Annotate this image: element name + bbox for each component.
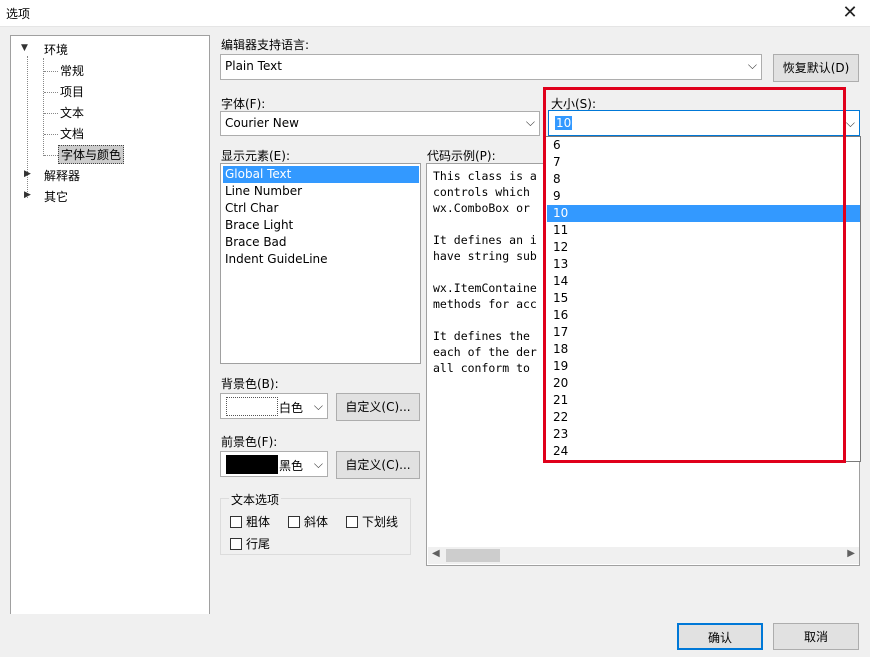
code-line: It defines an i (433, 233, 537, 247)
chevron-down-icon: ⌵ (525, 115, 535, 129)
scroll-left-icon[interactable]: ◀ (432, 548, 440, 559)
code-line: wx.ItemContaine (433, 281, 537, 295)
reset-default-button[interactable]: 恢复默认(D) (773, 54, 859, 82)
list-item[interactable]: Indent GuideLine (223, 251, 419, 268)
italic-label: 斜体 (304, 515, 329, 529)
annotation-highlight-box (543, 87, 846, 463)
eol-label: 行尾 (246, 537, 271, 551)
foreground-label: 前景色(F): (221, 435, 278, 449)
list-item[interactable]: Global Text (223, 166, 419, 183)
tree-node-text[interactable]: 文本 (60, 104, 84, 121)
code-line: methods for acc (433, 297, 537, 311)
background-label: 背景色(B): (221, 377, 279, 391)
tree-node-interpreter[interactable]: 解释器 (44, 167, 80, 184)
code-line: each of the der (433, 345, 537, 359)
editor-lang-value: Plain Text (225, 59, 282, 73)
background-custom-button[interactable]: 自定义(C)... (336, 393, 420, 421)
editor-lang-select[interactable]: Plain Text ⌵ (220, 54, 762, 80)
chevron-down-icon: ⌵ (313, 457, 323, 471)
code-line: It defines the (433, 329, 530, 343)
code-line: This class is a (433, 169, 537, 183)
list-item[interactable]: Line Number (223, 183, 419, 200)
bold-checkbox[interactable]: 粗体 (230, 513, 270, 530)
code-line: have string sub (433, 249, 537, 263)
code-line: wx.ComboBox or (433, 201, 530, 215)
tree-node-project[interactable]: 项目 (60, 83, 84, 100)
scroll-right-icon[interactable]: ▶ (847, 548, 855, 559)
close-icon[interactable]: ✕ (838, 1, 862, 25)
font-select[interactable]: Courier New ⌵ (220, 111, 540, 136)
font-value: Courier New (225, 116, 299, 130)
collapse-arrow-icon[interactable]: ▼ (21, 43, 28, 53)
foreground-value: 黑色 (279, 459, 304, 473)
dialog-footer: 确认 取消 (0, 614, 870, 657)
display-elements-label: 显示元素(E): (221, 149, 290, 163)
background-color-select[interactable]: 白色 ⌵ (220, 393, 328, 419)
title-bar: 选项 ✕ (0, 0, 870, 27)
foreground-custom-button[interactable]: 自定义(C)... (336, 451, 420, 479)
text-options-group: 文本选项 粗体 斜体 下划线 行尾 (220, 491, 411, 555)
chevron-down-icon[interactable]: ⌵ (846, 116, 855, 131)
code-sample-label: 代码示例(P): (427, 149, 496, 163)
underline-label: 下划线 (362, 515, 399, 529)
display-elements-list[interactable]: Global Text Line Number Ctrl Char Brace … (220, 163, 421, 364)
eol-checkbox[interactable]: 行尾 (230, 535, 270, 552)
text-options-title: 文本选项 (229, 491, 282, 508)
horizontal-scrollbar[interactable]: ◀ ▶ (428, 547, 859, 564)
foreground-color-select[interactable]: 黑色 ⌵ (220, 451, 328, 477)
cancel-button[interactable]: 取消 (773, 623, 859, 650)
chevron-down-icon: ⌵ (747, 58, 757, 72)
tree-node-general[interactable]: 常规 (60, 62, 84, 79)
list-item[interactable]: Ctrl Char (223, 200, 419, 217)
italic-checkbox[interactable]: 斜体 (288, 513, 328, 530)
font-label: 字体(F): (221, 97, 266, 111)
background-swatch (226, 397, 278, 416)
list-item[interactable]: Brace Light (223, 217, 419, 234)
tree-node-document[interactable]: 文档 (60, 125, 84, 142)
chevron-down-icon: ⌵ (313, 399, 323, 413)
code-line: all conform to (433, 361, 530, 375)
underline-checkbox[interactable]: 下划线 (346, 513, 398, 530)
code-line: controls which (433, 185, 530, 199)
tree-node-font-color[interactable]: 字体与颜色 (58, 145, 125, 164)
tree-node-environment[interactable]: 环境 (44, 41, 68, 58)
scrollbar-thumb[interactable] (446, 549, 500, 562)
ok-button[interactable]: 确认 (677, 623, 763, 650)
list-item[interactable]: Brace Bad (223, 234, 419, 251)
tree-node-other[interactable]: 其它 (44, 188, 68, 205)
background-value: 白色 (279, 401, 304, 415)
window-title: 选项 (6, 7, 31, 21)
editor-lang-label: 编辑器支持语言: (221, 38, 310, 52)
bold-label: 粗体 (246, 515, 271, 529)
foreground-swatch (226, 455, 278, 474)
expand-arrow-icon[interactable]: ▶ (24, 169, 31, 179)
options-tree: ▼ 环境 常规 项目 文本 文档 字体与颜色 ▶ 解释器 ▶ 其它 (10, 35, 210, 615)
expand-arrow-icon[interactable]: ▶ (24, 190, 31, 200)
